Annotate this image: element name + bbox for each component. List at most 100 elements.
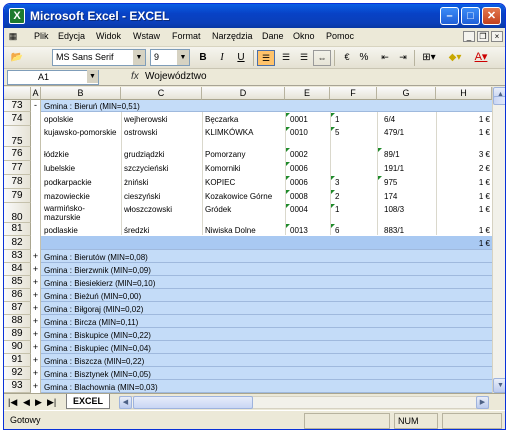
column-header-c[interactable]: C: [121, 87, 202, 100]
fx-icon[interactable]: fx: [131, 71, 139, 82]
sheet-tab-excel[interactable]: EXCEL: [66, 394, 110, 409]
worksheet-grid[interactable]: A B C D E F G H 73 - Gmina : Bieruń (MIN…: [4, 87, 505, 393]
group-label[interactable]: Gmina : Biskupice (MIN=0,22): [42, 330, 153, 341]
name-box[interactable]: A1: [7, 70, 99, 85]
cell-obreb[interactable]: 0006: [288, 177, 330, 188]
group-label[interactable]: Gmina : Biłgoraj (MIN=0,02): [42, 304, 145, 315]
cell-miejscowosc[interactable]: KOPIEC: [203, 177, 285, 188]
outline-expand-button[interactable]: +: [31, 367, 41, 380]
menu-widok[interactable]: Widok: [96, 31, 121, 41]
group-label[interactable]: Gmina : Biskupiec (MIN=0,04): [42, 343, 153, 354]
group-label[interactable]: Gmina : Biszcza (MIN=0,22): [42, 356, 146, 367]
underline-button[interactable]: U: [233, 50, 249, 66]
cell-powiat[interactable]: szczycieński: [122, 163, 202, 174]
minimize-button[interactable]: –: [440, 7, 459, 25]
row-header[interactable]: 74: [4, 112, 31, 126]
group-label[interactable]: Gmina : Bieżuń (MIN=0,00): [42, 291, 143, 302]
cell-miejscowosc[interactable]: Gródek: [203, 204, 285, 215]
align-center-icon[interactable]: ☰: [277, 50, 295, 66]
cell-value[interactable]: 1 €: [437, 191, 492, 202]
cell-value[interactable]: 1 €: [437, 225, 492, 236]
outline-expand-button[interactable]: +: [31, 276, 41, 289]
align-left-icon[interactable]: ☰: [257, 50, 275, 66]
cell-obreb[interactable]: 0004: [288, 204, 330, 215]
row-header[interactable]: 77: [4, 161, 31, 175]
menu-edycja[interactable]: Edycja: [58, 31, 85, 41]
cell-arkusz[interactable]: 5: [333, 127, 377, 138]
row-header[interactable]: 89: [4, 328, 31, 341]
group-label[interactable]: Gmina : Biesiekierz (MIN=0,10): [42, 278, 157, 289]
row-header[interactable]: 88: [4, 315, 31, 328]
menu-wstaw[interactable]: Wstaw: [133, 31, 160, 41]
row-header[interactable]: 86: [4, 289, 31, 302]
cell-wojewodztwo[interactable]: podlaskie: [42, 225, 121, 236]
row-header[interactable]: 84: [4, 263, 31, 276]
cell-arkusz[interactable]: 2: [333, 191, 377, 202]
cell-miejscowosc[interactable]: Kozakowice Górne: [203, 191, 285, 202]
cell-value[interactable]: 1 €: [437, 204, 492, 215]
vertical-scrollbar[interactable]: ▲ ▼: [492, 87, 505, 393]
cell-wojewodztwo[interactable]: łódzkie: [42, 149, 121, 160]
column-header-g[interactable]: G: [377, 87, 436, 100]
cell-wojewodztwo[interactable]: lubelskie: [42, 163, 121, 174]
group-label[interactable]: Gmina : Bieruń (MIN=0,51): [42, 101, 142, 112]
next-sheet-icon[interactable]: ▶: [35, 397, 42, 408]
cell-wojewodztwo[interactable]: opolskie: [42, 114, 121, 125]
cell-value[interactable]: 1 €: [437, 177, 492, 188]
scroll-down-icon[interactable]: ▼: [493, 378, 505, 393]
cell-arkusz[interactable]: 6: [333, 225, 377, 236]
sheet-icon[interactable]: ▦: [7, 29, 19, 45]
outline-expand-button[interactable]: +: [31, 250, 41, 263]
row-header[interactable]: 76: [4, 147, 31, 161]
doc-restore-icon[interactable]: ❐: [477, 31, 489, 42]
open-icon[interactable]: 📂: [8, 50, 26, 66]
cell-dzialka[interactable]: 883/1: [382, 225, 436, 236]
font-dropdown-icon[interactable]: ▼: [133, 50, 145, 65]
cell-dzialka[interactable]: 6/4: [382, 114, 436, 125]
select-all-corner[interactable]: [4, 87, 31, 100]
outline-expand-button[interactable]: +: [31, 289, 41, 302]
column-header-b[interactable]: B: [41, 87, 121, 100]
bold-button[interactable]: B: [195, 50, 211, 66]
menu-narzedzia[interactable]: Narzędzia: [212, 31, 253, 41]
cell-dzialka[interactable]: 108/3: [382, 204, 436, 215]
cell-powiat[interactable]: wejherowski: [122, 114, 202, 125]
prev-sheet-icon[interactable]: ◀: [23, 397, 30, 408]
currency-icon[interactable]: €: [338, 50, 356, 66]
group-label[interactable]: Gmina : Bierzwnik (MIN=0,09): [42, 265, 153, 276]
column-header-h[interactable]: H: [436, 87, 492, 100]
doc-close-icon[interactable]: ×: [491, 31, 503, 42]
scroll-left-icon[interactable]: ◀: [119, 396, 132, 409]
maximize-button[interactable]: □: [461, 7, 480, 25]
cell-miejscowosc[interactable]: Pomorzany: [203, 149, 285, 160]
cell-powiat[interactable]: grudziądzki: [122, 149, 202, 160]
cell-miejscowosc[interactable]: Bęczarka: [203, 114, 285, 125]
close-button[interactable]: ✕: [482, 7, 501, 25]
cell-dzialka[interactable]: 191/1: [382, 163, 436, 174]
increase-indent-icon[interactable]: ⇥: [394, 50, 412, 66]
cell-powiat[interactable]: włoszczowski: [122, 204, 202, 215]
cell-value[interactable]: 3 €: [437, 149, 492, 160]
borders-icon[interactable]: ⊞▾: [418, 50, 440, 66]
row-header[interactable]: 75: [4, 126, 31, 147]
cell-dzialka[interactable]: 174: [382, 191, 436, 202]
cell-arkusz[interactable]: 1: [333, 204, 377, 215]
cell-powiat[interactable]: ostrowski: [122, 127, 202, 138]
row-header[interactable]: 85: [4, 276, 31, 289]
horizontal-scrollbar[interactable]: ◀ ▶: [119, 396, 489, 409]
row-header[interactable]: 92: [4, 367, 31, 380]
row-header[interactable]: 83: [4, 250, 31, 263]
cell-obreb[interactable]: 0013: [288, 225, 330, 236]
outline-expand-button[interactable]: +: [31, 263, 41, 276]
group-label[interactable]: Gmina : Bircza (MIN=0,11): [42, 317, 140, 328]
cell-miejscowosc[interactable]: KLIMKÓWKA: [203, 127, 285, 138]
row-header[interactable]: 81: [4, 223, 31, 236]
cell-value[interactable]: 2 €: [437, 163, 492, 174]
cell-wojewodztwo[interactable]: kujawsko-pomorskie: [42, 127, 121, 138]
outline-collapse-button[interactable]: -: [31, 100, 41, 112]
cell-dzialka[interactable]: 89/1: [382, 149, 436, 160]
font-size-select[interactable]: 9 ▼: [150, 49, 190, 66]
column-header-f[interactable]: F: [330, 87, 377, 100]
last-sheet-icon[interactable]: ▶|: [47, 397, 56, 408]
percent-button[interactable]: %: [356, 50, 372, 66]
